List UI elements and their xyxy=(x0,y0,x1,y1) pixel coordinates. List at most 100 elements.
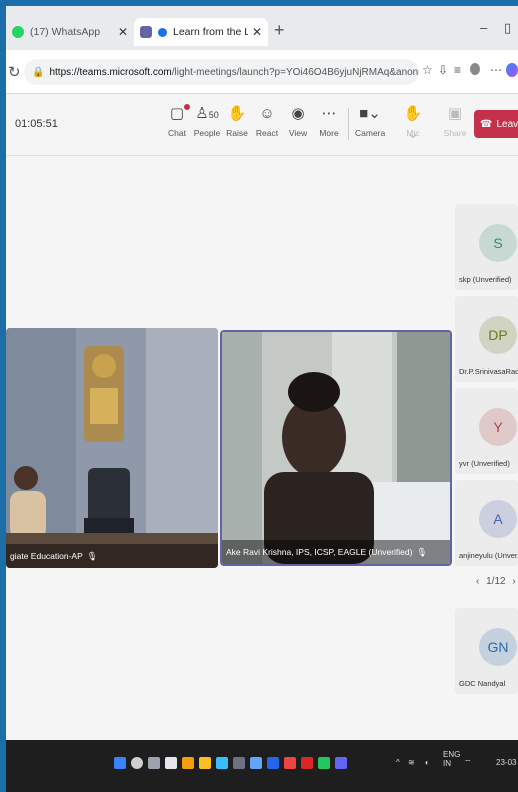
more-button[interactable]: ⋯ More xyxy=(314,104,344,138)
next-page-icon[interactable]: › xyxy=(512,576,515,587)
view-button[interactable]: ◉ View xyxy=(283,104,313,138)
copilot-icon[interactable] xyxy=(506,63,518,77)
camera-button[interactable]: ■⌄ Camera xyxy=(355,104,385,138)
language-indicator[interactable]: ENG IN xyxy=(443,750,460,768)
download-icon[interactable]: ⇩ xyxy=(438,63,448,77)
participant-tile[interactable]: DP Dr.P.SrinivasaRao... xyxy=(455,296,518,382)
avatar: S xyxy=(479,224,517,262)
mic-muted-icon: 🎙 xyxy=(86,550,98,561)
whatsapp-icon xyxy=(12,26,24,38)
minimize-button[interactable]: – xyxy=(480,20,487,35)
url-host: https://teams.microsoft.com xyxy=(49,66,172,78)
share-label: Share xyxy=(443,128,467,138)
region-code: IN xyxy=(443,759,451,768)
favorites-icon[interactable]: ≡ xyxy=(454,63,461,77)
mic-button[interactable]: ✋⌄ Mic xyxy=(398,104,428,142)
avatar: DP xyxy=(479,316,517,354)
participant-name-text: giate Education-AP xyxy=(10,551,83,561)
share-icon: ▣ xyxy=(447,105,463,122)
url-field[interactable]: 🔒 https://teams.microsoft.com /light-mee… xyxy=(24,59,419,85)
star-icon[interactable]: ☆ xyxy=(422,63,433,77)
volume-icon[interactable]: ◖ xyxy=(424,758,429,767)
address-bar: ↻ 🔒 https://teams.microsoft.com /light-m… xyxy=(6,50,518,94)
participant-name: skp (Unverified) xyxy=(459,275,512,284)
close-icon[interactable]: ✕ xyxy=(118,25,128,39)
audio-icon xyxy=(158,27,167,37)
chevron-up-icon[interactable]: ^ xyxy=(396,758,400,767)
notification-dot xyxy=(184,104,190,110)
app-icon[interactable] xyxy=(284,757,296,769)
lock-icon: 🔒 xyxy=(32,66,45,78)
wifi-icon[interactable]: ⌔ xyxy=(464,758,472,768)
url-path: /light-meetings/launch?p=YOi46O4B6yjuNjR… xyxy=(171,66,419,78)
hand-icon: ✋ xyxy=(227,105,247,122)
toolbar-divider xyxy=(348,108,349,140)
reload-icon[interactable]: ↻ xyxy=(8,63,21,81)
app-icon[interactable] xyxy=(267,757,279,769)
share-button[interactable]: ▣ Share xyxy=(440,104,470,138)
emblem xyxy=(84,346,124,442)
raise-label: Raise xyxy=(226,128,248,138)
participant-name: GDC Nandyal xyxy=(459,679,506,688)
phone-icon: ☎ xyxy=(480,118,493,130)
camera-label: Camera xyxy=(355,128,386,138)
avatar: A xyxy=(479,500,517,538)
participant-tile[interactable]: A anjineyulu (Unver... xyxy=(455,480,518,566)
app-icon[interactable] xyxy=(233,757,245,769)
more-label: More xyxy=(319,128,339,138)
tab-whatsapp[interactable]: (17) WhatsApp ✕ xyxy=(6,18,134,46)
tab-teams[interactable]: Learn from the Leader - inter ✕ xyxy=(134,18,268,46)
avatar-initials: DP xyxy=(488,327,508,343)
people-icon: ♙50 xyxy=(195,105,219,122)
avatar-initials: Y xyxy=(493,419,503,435)
teams-icon[interactable] xyxy=(335,757,347,769)
people-button[interactable]: ♙50 People xyxy=(192,104,222,138)
meeting-timer: 01:05:51 xyxy=(15,118,58,130)
avatar: GN xyxy=(479,628,517,666)
clock-date[interactable]: 23-03 xyxy=(496,758,516,767)
participant-name: Ake Ravi Krishna, IPS, ICSP, EAGLE (Unve… xyxy=(222,540,450,564)
start-icon[interactable] xyxy=(114,757,126,769)
tab-bar: (17) WhatsApp ✕ Learn from the Leader - … xyxy=(6,6,518,50)
participant-tile[interactable]: Y yvr (Unverified) xyxy=(455,388,518,474)
people-label: People xyxy=(193,128,221,138)
close-icon[interactable]: ✕ xyxy=(252,25,262,39)
profile-icon[interactable] xyxy=(470,63,480,75)
language-code: ENG xyxy=(443,750,461,759)
widgets-icon[interactable] xyxy=(165,757,177,769)
avatar-initials: GN xyxy=(487,639,509,655)
mic-muted-icon: 🎙 xyxy=(416,546,428,557)
edge-icon[interactable] xyxy=(216,757,228,769)
video-tile-active-speaker[interactable]: Ake Ravi Krishna, IPS, ICSP, EAGLE (Unve… xyxy=(220,330,452,566)
participant-name-text: Ake Ravi Krishna, IPS, ICSP, EAGLE (Unve… xyxy=(226,547,413,557)
browser-window: (17) WhatsApp ✕ Learn from the Leader - … xyxy=(6,6,518,792)
video-tile[interactable]: giate Education-AP 🎙 xyxy=(6,328,218,568)
new-tab-button[interactable]: + xyxy=(274,20,285,41)
video-feed xyxy=(6,328,218,568)
store-icon[interactable] xyxy=(250,757,262,769)
mic-label: Mic xyxy=(406,128,420,138)
restore-button[interactable]: ▯ xyxy=(504,20,511,36)
raise-hand-button[interactable]: ✋ Raise xyxy=(222,104,252,138)
app-icon[interactable] xyxy=(318,757,330,769)
prev-page-icon[interactable]: ‹ xyxy=(476,576,479,587)
leave-label: Leave xyxy=(496,118,518,130)
participant-tile[interactable]: S skp (Unverified) xyxy=(455,204,518,290)
react-button[interactable]: ☺ React xyxy=(252,104,282,138)
more-icon[interactable]: ⋯ xyxy=(490,63,502,77)
search-icon[interactable] xyxy=(131,757,143,769)
app-icon[interactable] xyxy=(301,757,313,769)
task-view-icon[interactable] xyxy=(148,757,160,769)
chrome-icon[interactable] xyxy=(182,757,194,769)
smiley-icon: ☺ xyxy=(259,105,275,122)
network-icon[interactable]: ≋ xyxy=(408,758,415,767)
leave-button[interactable]: ☎ Leave xyxy=(474,110,518,138)
participant-name: anjineyulu (Unver... xyxy=(459,551,518,560)
avatar-initials: S xyxy=(493,235,503,251)
avatar: Y xyxy=(479,408,517,446)
files-icon[interactable] xyxy=(199,757,211,769)
chat-label: Chat xyxy=(168,128,186,138)
meeting-toolbar: 01:05:51 ▢ Chat ♙50 People ✋ Raise ☺ Rea… xyxy=(6,94,518,156)
participant-tile[interactable]: GN GDC Nandyal xyxy=(455,608,518,694)
video-feed xyxy=(222,332,450,564)
